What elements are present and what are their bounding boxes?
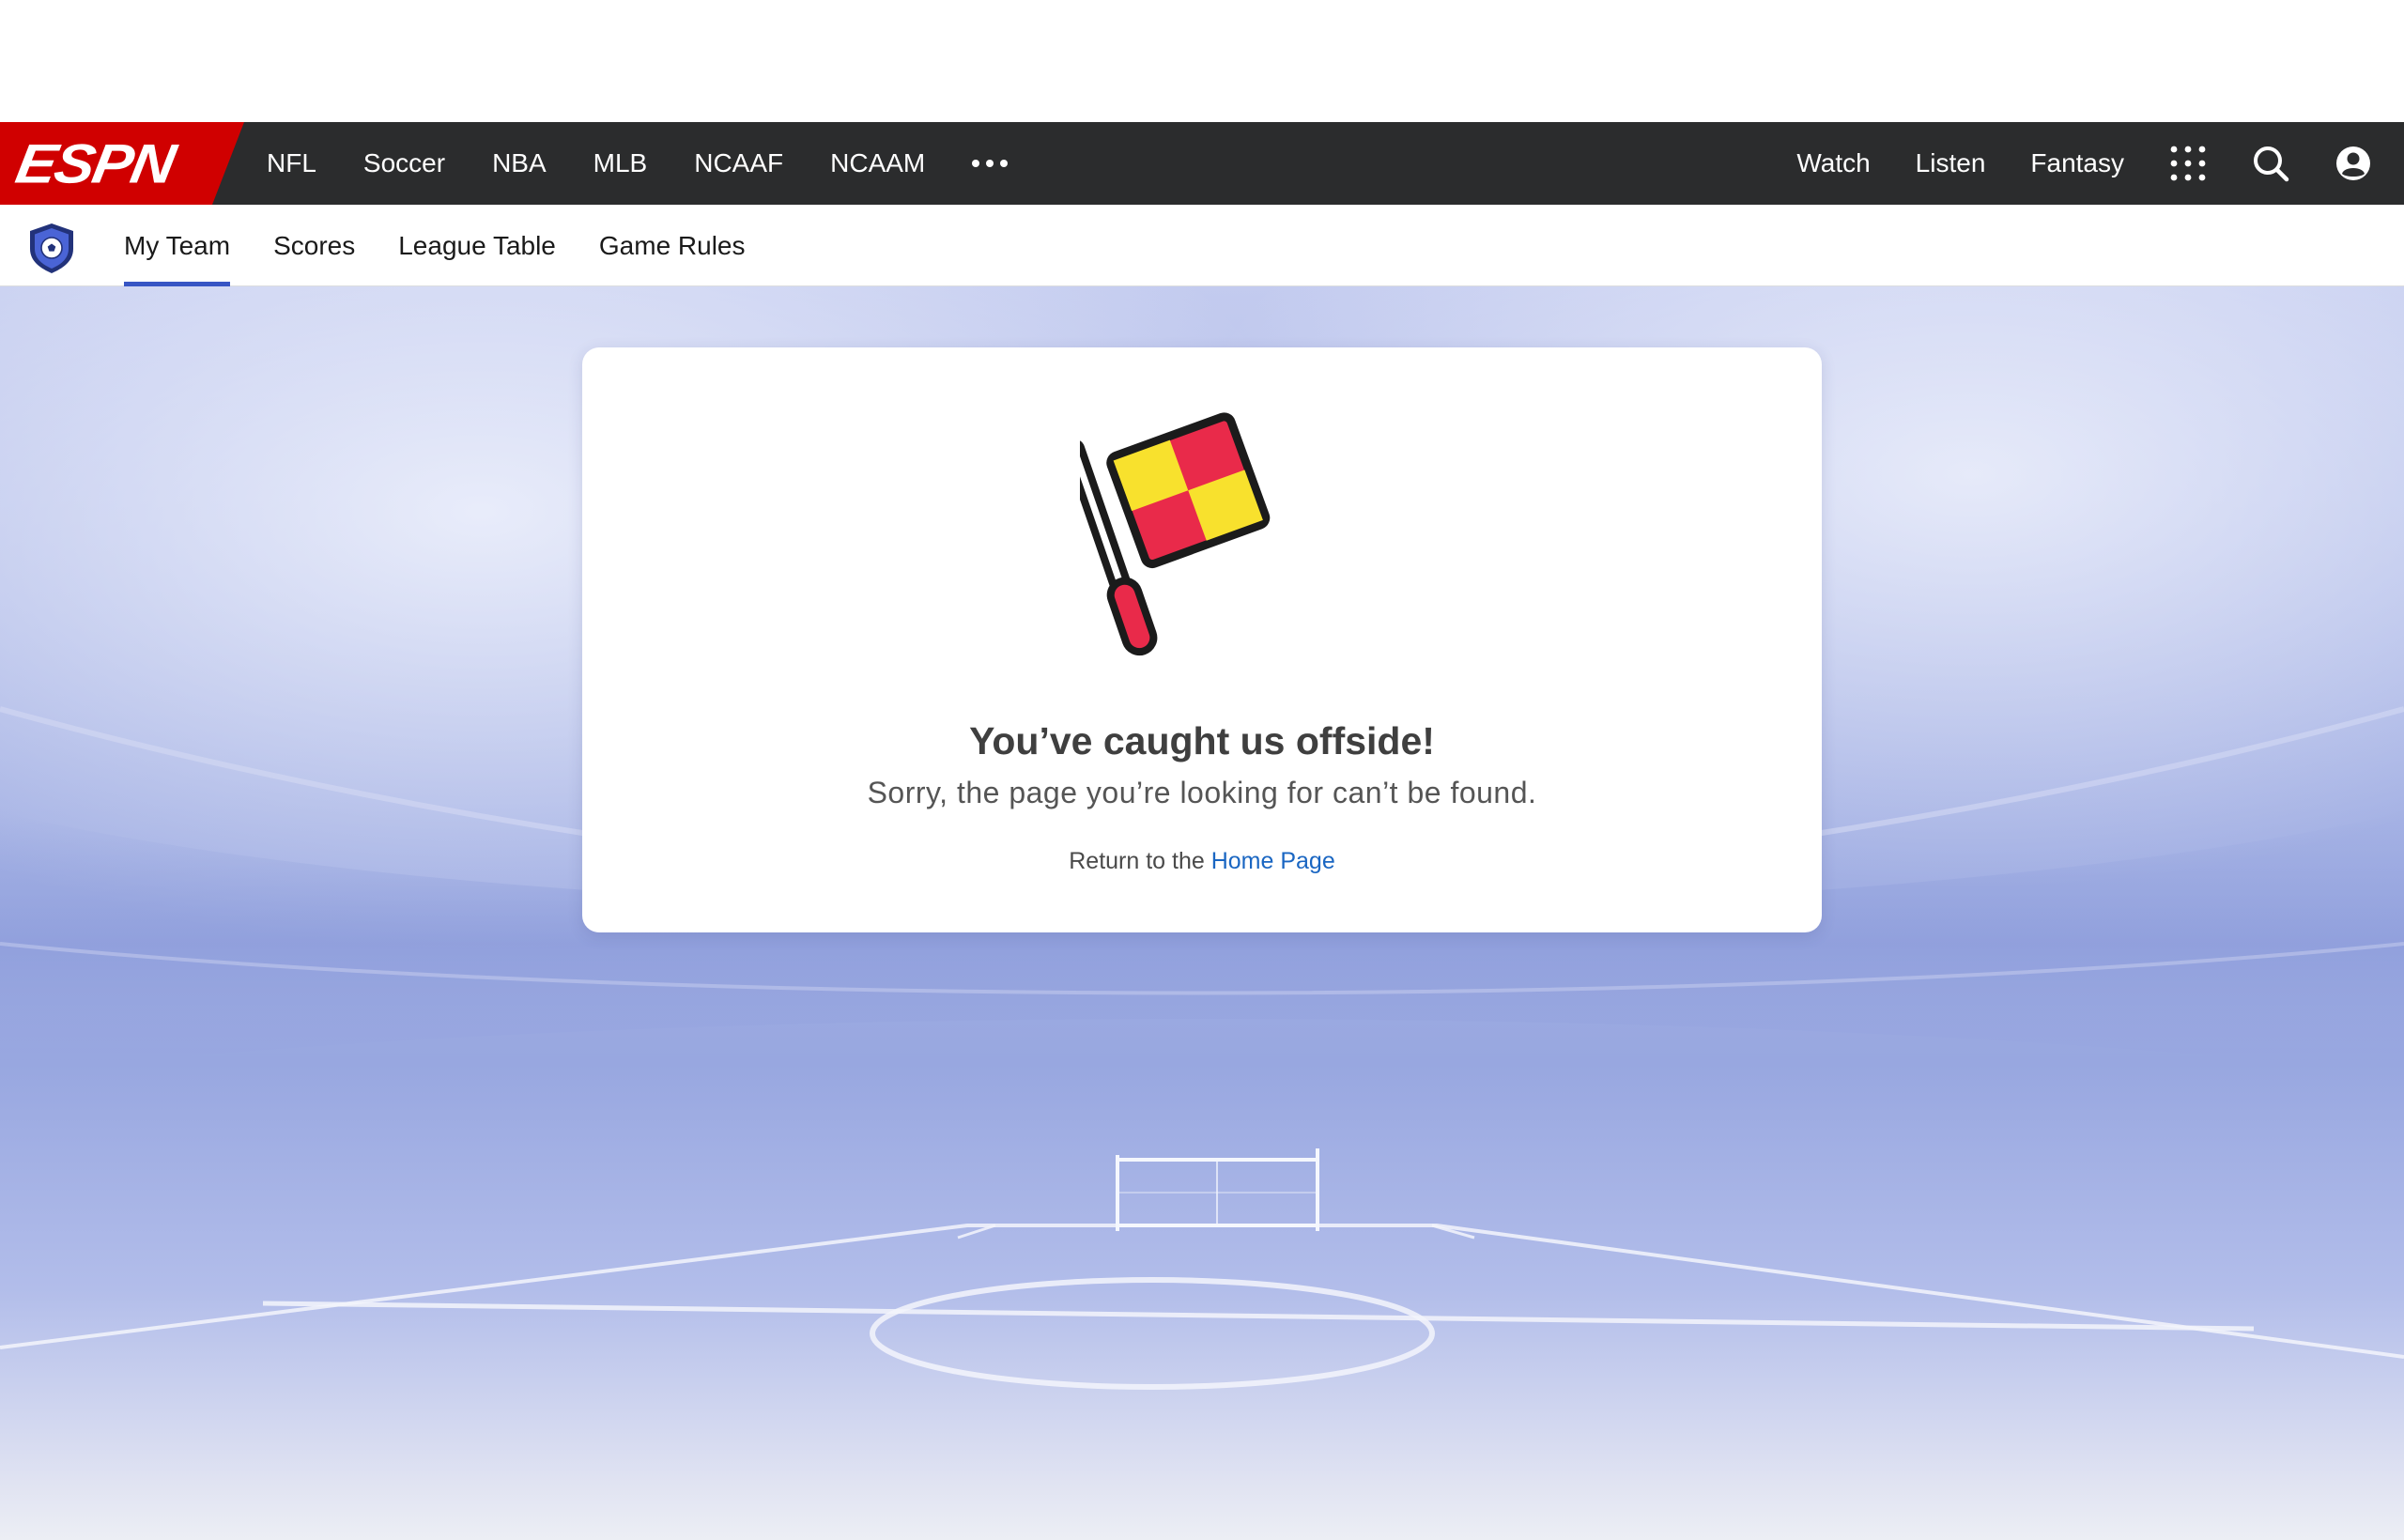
sub-nav-bar: My Team Scores League Table Game Rules [0, 205, 2404, 286]
sub-nav-items: My Team Scores League Table Game Rules [124, 205, 789, 286]
top-nav-bar: ESPN NFL Soccer NBA MLB NCAAF NCAAM Watc… [0, 122, 2404, 205]
sub-nav-my-team[interactable]: My Team [124, 205, 231, 286]
top-blank-area [0, 0, 2404, 122]
sub-nav-scores[interactable]: Scores [273, 205, 355, 286]
espn-logo[interactable]: ESPN [0, 122, 244, 205]
ellipsis-dot [1000, 160, 1009, 167]
return-home-line: Return to the Home Page [582, 848, 1822, 875]
error-title: You’ve caught us offside! [969, 719, 1435, 762]
user-account-icon[interactable] [2335, 145, 2372, 182]
return-prefix-text: Return to the [1069, 848, 1205, 874]
nav-item-fantasy[interactable]: Fantasy [2030, 148, 2124, 178]
sub-nav-league-table[interactable]: League Table [398, 205, 556, 286]
search-icon[interactable] [2252, 145, 2289, 182]
espn-logo-text: ESPN [11, 131, 179, 195]
nav-item-ncaam[interactable]: NCAAM [830, 148, 925, 178]
ellipsis-dot [986, 160, 994, 167]
nav-item-watch[interactable]: Watch [1796, 148, 1870, 178]
nav-item-nba[interactable]: NBA [492, 148, 547, 178]
soccer-shield-icon[interactable] [24, 221, 79, 275]
nav-item-nfl[interactable]: NFL [267, 148, 316, 178]
apps-grid-icon[interactable] [2169, 145, 2207, 182]
offside-flag-icon [1063, 404, 1324, 685]
utility-nav: Watch Listen Fantasy [1796, 122, 2404, 205]
nav-item-soccer[interactable]: Soccer [363, 148, 445, 178]
sport-nav: NFL Soccer NBA MLB NCAAF NCAAM [267, 122, 1009, 205]
error-card: You’ve caught us offside! Sorry, the pag… [582, 347, 1822, 932]
nav-item-listen[interactable]: Listen [1916, 148, 1986, 178]
ellipsis-icon[interactable] [972, 122, 1009, 205]
sub-nav-game-rules[interactable]: Game Rules [599, 205, 746, 286]
ellipsis-dot [972, 160, 980, 167]
nav-item-ncaaf[interactable]: NCAAF [694, 148, 783, 178]
error-subtitle: Sorry, the page you’re looking for can’t… [867, 776, 1537, 809]
nav-item-mlb[interactable]: MLB [593, 148, 648, 178]
home-page-link[interactable]: Home Page [1211, 848, 1335, 874]
